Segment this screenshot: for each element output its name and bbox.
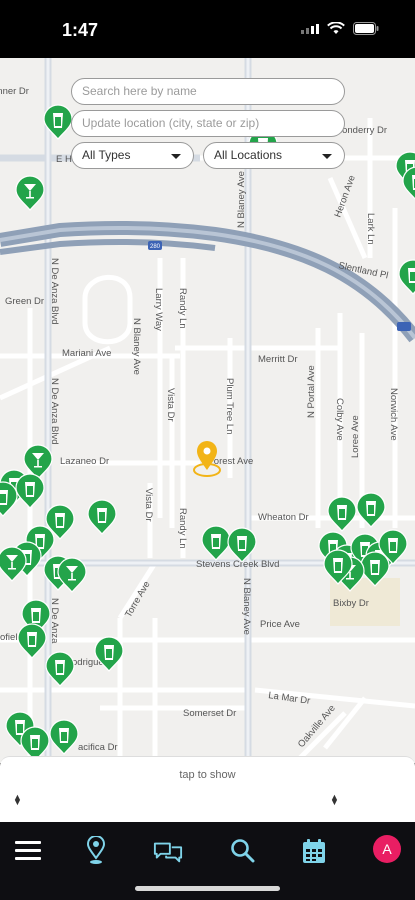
bottom-sheet-hint[interactable]: tap to show [0,769,415,781]
map-view[interactable]: 280 onner Dr londerry Dr E H Green Dr Ma… [0,58,415,763]
hwy-shield-label: 280 [150,244,161,250]
cocktail-marker-icon[interactable] [15,175,45,211]
wifi-icon [327,22,345,34]
street-label-eh: E H [56,154,72,165]
signal-icon [301,23,319,34]
street-label-somerset: Somerset Dr [183,708,236,719]
street-label-vista: Vista Dr [165,388,176,422]
calendar-icon[interactable] [299,836,329,866]
beer-marker-icon[interactable] [49,719,79,755]
avatar[interactable]: A [373,835,401,863]
menu-icon[interactable] [13,836,43,866]
search-name-input[interactable]: Search here by name [71,78,345,105]
location-input[interactable]: Update location (city, state or zip) [71,110,345,137]
street-label-wheaton: Wheaton Dr [258,512,309,523]
street-label-n-portal: N Portal Ave [306,365,317,418]
cocktail-marker-icon[interactable] [0,546,27,582]
bottom-sheet[interactable]: tap to show ▲ ▼ ▲ ▼ [0,756,415,823]
status-icons [301,22,379,35]
beer-marker-icon[interactable] [398,259,415,295]
street-label-larry-way: Larry Way [153,288,164,331]
street-label-n-blaney: N Blaney Ave [236,171,247,228]
beer-marker-icon[interactable] [227,527,257,563]
street-label-randy-ln-2: Randy Ln [177,508,188,549]
location-filter-select[interactable]: All Locations [203,142,345,169]
street-label-colby: Colby Ave [334,398,345,441]
beer-marker-icon[interactable] [87,499,117,535]
street-label-n-de-anza: N De Anza Blvd [49,258,60,325]
home-indicator [135,886,280,891]
street-label-bixby: Bixby Dr [333,598,369,609]
status-time: 1:47 [62,20,99,40]
chevron-down-icon [171,154,181,159]
beer-marker-icon[interactable] [327,496,357,532]
beer-marker-icon[interactable] [15,473,45,509]
search-icon[interactable] [228,836,258,866]
street-label-plum-tree: Plum Tree Ln [224,378,235,435]
street-label-green: Green Dr [5,296,44,307]
sort-arrows-icon[interactable]: ▲ ▼ [13,793,22,807]
cocktail-marker-icon[interactable] [57,557,87,593]
chevron-down-icon [322,154,332,159]
street-label-lark: Lark Ln [365,213,376,245]
sort-arrows-icon[interactable]: ▲ ▼ [330,793,339,807]
location-filter-value: All Locations [214,148,283,162]
map-pin-icon[interactable] [81,836,111,866]
street-label-loree: Loree Ave [350,415,361,458]
beer-marker-icon[interactable] [17,623,47,659]
status-bar: 1:47 [0,0,415,58]
street-label-n-de-anza-3: N De Anza [49,598,60,644]
street-label-merritt: Merritt Dr [258,354,298,365]
street-label-n-de-anza-2: N De Anza Blvd [49,378,60,445]
street-label-randy-ln: Randy Ln [177,288,188,329]
street-label-londerry: londerry Dr [340,125,387,136]
type-filter-select[interactable]: All Types [71,142,194,169]
street-label-price: Price Ave [260,619,300,630]
chat-icon[interactable] [153,836,183,866]
type-filter-value: All Types [82,148,131,162]
street-label-onner: onner Dr [0,86,29,97]
street-label-n-blaney-2: N Blaney Ave [131,318,142,375]
street-label-stevens-creek: Stevens Creek Blvd [196,559,279,570]
beer-marker-icon[interactable] [201,525,231,561]
street-label-norwich: Norwich Ave [388,388,399,441]
street-label-lazaneo: Lazaneo Dr [60,456,109,467]
beer-marker-icon[interactable] [0,481,18,517]
street-label-vista-2: Vista Dr [143,488,154,522]
battery-icon [353,22,379,35]
street-label-s-blaney: N Blaney Ave [241,578,252,635]
street-label-pacifica: acifica Dr [78,742,118,753]
street-label-mariani: Mariani Ave [62,348,111,359]
